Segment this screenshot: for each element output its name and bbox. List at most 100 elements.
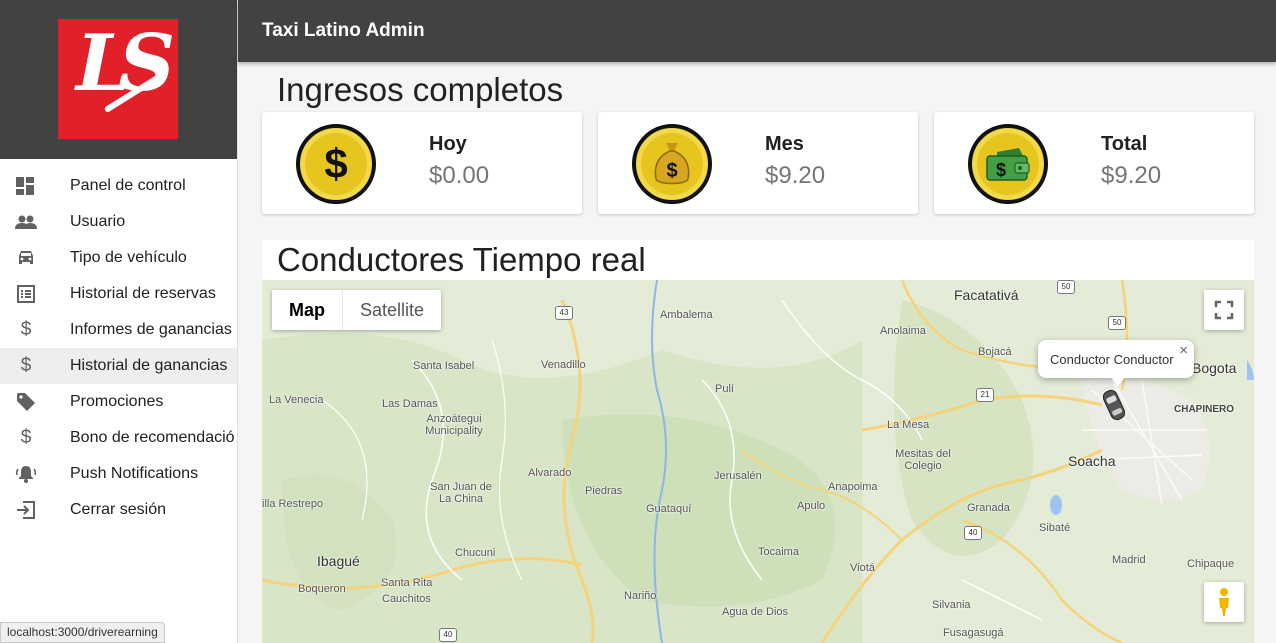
sidebar: LS Panel de control Usuario Tipo de vehí… — [0, 0, 238, 643]
sidebar-item-historial-de-reservas[interactable]: Historial de reservas — [0, 276, 237, 312]
sidebar-item-tipo-de-vehiculo[interactable]: Tipo de vehículo — [0, 240, 237, 276]
sidebar-item-cerrar-sesion[interactable]: Cerrar sesión — [0, 492, 237, 528]
map-label-santa-rita: Santa Rita — [381, 577, 433, 589]
sidebar-item-informes-de-ganancias[interactable]: $ Informes de ganancias — [0, 312, 237, 348]
map-label-villa-restrepo: illa Restrepo — [262, 498, 324, 510]
app-bar: Taxi Latino Admin — [238, 0, 1276, 62]
driver-infowindow: Conductor Conductor × — [1038, 340, 1194, 386]
card-label: Mes — [765, 133, 804, 155]
map-label-jerusalen: Jerusalén — [714, 470, 762, 482]
map-label-chapinero: CHAPINERO — [1174, 404, 1235, 415]
sidebar-item-label: Promociones — [70, 393, 164, 410]
map-type-satellite-button[interactable]: Satellite — [343, 290, 441, 330]
app-title: Taxi Latino Admin — [262, 20, 425, 41]
sidebar-item-label: Tipo de vehículo — [70, 249, 187, 266]
map-label-la-venecia: La Venecia — [269, 394, 324, 406]
drivers-title: Conductores Tiempo real — [277, 241, 646, 278]
map-label-anzoategui: Anzoátegui Municipality — [425, 413, 483, 437]
map-label-mesitas-del-colegio: Mesitas del Colegio — [895, 448, 951, 472]
tag-icon — [15, 392, 37, 412]
sidebar-nav: Panel de control Usuario Tipo de vehícul… — [0, 168, 237, 528]
fullscreen-icon — [1214, 300, 1234, 320]
sidebar-item-label: Cerrar sesión — [70, 501, 167, 518]
map-label-guataqui: Guataquí — [646, 503, 692, 515]
driver-car-marker[interactable] — [1102, 388, 1126, 427]
dollar-icon: $ — [20, 355, 32, 376]
map-label-anapoima: Anapoima — [828, 481, 878, 493]
dashboard-icon — [15, 176, 37, 196]
map-label-san-juan-de-la-china: San Juan de La China — [430, 481, 492, 505]
fullscreen-button[interactable] — [1204, 290, 1244, 330]
sidebar-item-bono-de-recomendacion[interactable]: $ Bono de recomendació — [0, 420, 237, 456]
dollar-icon: $ — [20, 427, 32, 448]
car-marker-icon — [1102, 389, 1126, 421]
sidebar-item-label: Panel de control — [70, 177, 186, 194]
map-label-madrid: Madrid — [1112, 554, 1146, 566]
map-label-viota: Viotá — [850, 562, 875, 574]
money-bag-coin-icon: $ — [632, 124, 712, 204]
sidebar-item-label: Usuario — [70, 213, 126, 230]
wallet-coin-icon: $ — [968, 124, 1048, 204]
card-value: $0.00 — [429, 162, 490, 189]
logout-icon — [15, 500, 37, 520]
map-type-map-button[interactable]: Map — [272, 290, 343, 330]
road-shield: 40 — [439, 628, 457, 642]
sidebar-item-label: Informes de ganancias — [70, 321, 232, 338]
map-label-ibague: Ibagué — [317, 553, 360, 569]
road-shield: 50 — [1057, 280, 1075, 294]
sidebar-item-push-notifications[interactable]: Push Notifications — [0, 456, 237, 492]
sidebar-item-panel-de-control[interactable]: Panel de control — [0, 168, 237, 204]
road-shield: 21 — [976, 388, 994, 402]
map-label-chipaque: Chipaque — [1187, 558, 1235, 570]
card-label: Hoy — [429, 133, 467, 155]
map-label-fusagasuga: Fusagasugá — [943, 627, 1004, 639]
people-icon — [15, 212, 37, 232]
svg-text:$: $ — [666, 160, 677, 182]
street-view-button[interactable] — [1204, 582, 1244, 622]
drivers-map[interactable]: Facatativá Anolaima Bojacá Bogota CHAPIN… — [262, 280, 1254, 643]
map-label-ambalema: Ambalema — [660, 309, 713, 321]
list-icon — [15, 284, 37, 304]
map-label-facatativa: Facatativá — [954, 287, 1019, 303]
map-label-boqueron: Boqueron — [298, 583, 346, 595]
card-value: $9.20 — [765, 162, 826, 189]
map-label-bojaca: Bojacá — [978, 346, 1012, 358]
map-label-chucuni: Chucuni — [455, 547, 496, 559]
road-shield: 40 — [964, 526, 982, 540]
svg-text:$: $ — [996, 160, 1006, 180]
map-label-sibate: Sibaté — [1039, 522, 1071, 534]
status-bar-url: localhost:3000/driverearning — [0, 622, 165, 643]
map-label-narino: Nariño — [624, 590, 657, 602]
road-shield: 50 — [1108, 316, 1126, 330]
sidebar-header: LS — [0, 0, 237, 159]
map-label-tocaima: Tocaima — [758, 546, 799, 558]
sidebar-item-usuario[interactable]: Usuario — [0, 204, 237, 240]
map-label-soacha: Soacha — [1068, 453, 1116, 469]
earnings-card-today: $ Hoy $0.00 — [262, 112, 582, 214]
map-label-agua-de-dios: Agua de Dios — [722, 606, 789, 618]
map-label-alvarado: Alvarado — [528, 467, 572, 479]
close-icon[interactable]: × — [1179, 342, 1188, 359]
map-label-silvania: Silvania — [932, 599, 971, 611]
dollar-coin-icon: $ — [296, 124, 376, 204]
infowindow-tail — [1110, 376, 1126, 386]
earnings-card-total: $ Total $9.20 — [934, 112, 1254, 214]
car-icon — [15, 248, 37, 268]
earnings-title: Ingresos completos — [277, 71, 564, 108]
card-label: Total — [1101, 133, 1148, 155]
map-label-anolaima: Anolaima — [880, 325, 926, 337]
map-label-cauchitos: Cauchitos — [382, 593, 431, 605]
map-type-control: Map Satellite — [272, 290, 442, 330]
map-label-piedras: Piedras — [585, 485, 623, 497]
map-label-la-mesa: La Mesa — [887, 419, 930, 431]
sidebar-item-promociones[interactable]: Promociones — [0, 384, 237, 420]
map-label-las-damas: Las Damas — [382, 398, 438, 410]
map-label-granada: Granada — [967, 502, 1010, 514]
bell-icon — [15, 464, 37, 484]
road-shield: 43 — [555, 306, 573, 320]
dollar-icon: $ — [20, 319, 32, 340]
logo-text: LS — [76, 19, 175, 109]
sidebar-item-historial-de-ganancias[interactable]: $ Historial de ganancias — [0, 348, 237, 384]
card-value: $9.20 — [1101, 162, 1162, 189]
sidebar-item-label: Historial de ganancias — [70, 357, 228, 374]
